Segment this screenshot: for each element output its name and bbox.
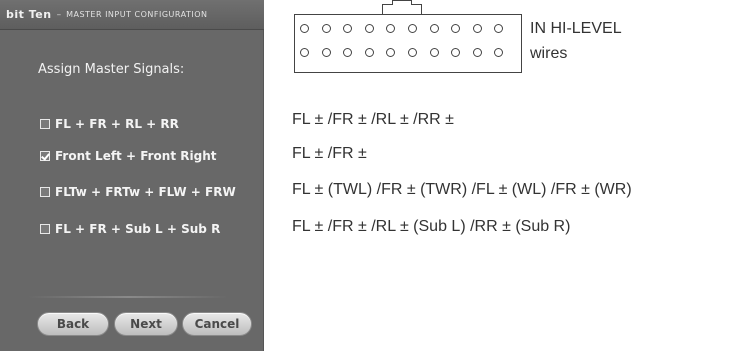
- option-label: FLTw + FRTw + FLW + FRW: [55, 185, 236, 199]
- divider: [28, 296, 228, 298]
- formula-row-1: FL ± /FR ± /RL ± /RR ±: [292, 111, 454, 128]
- option-label: FL + FR + Sub L + Sub R: [55, 222, 221, 236]
- connector-pin: [300, 48, 309, 57]
- formula-row-4: FL ± /FR ± /RL ± (Sub L) /RR ± (Sub R): [292, 218, 571, 235]
- page-root: bit Ten – Master Input Configuration Ass…: [0, 0, 732, 351]
- formula-row-2: FL ± /FR ±: [292, 145, 367, 162]
- option-front-left-front-right[interactable]: Front Left + Front Right: [40, 149, 216, 163]
- option-label: FL + FR + RL + RR: [55, 117, 179, 131]
- connector-sublabel: wires: [530, 45, 568, 62]
- connector-latch-tab: [392, 0, 412, 5]
- option-fltw-frtw-flw-frw[interactable]: FLTw + FRTw + FLW + FRW: [40, 185, 236, 199]
- next-button[interactable]: Next: [114, 312, 178, 336]
- connector-pin: [429, 24, 439, 33]
- title-separator: –: [56, 9, 62, 20]
- app-brand: bit Ten: [6, 8, 52, 21]
- master-input-dialog: bit Ten – Master Input Configuration Ass…: [0, 0, 264, 351]
- connector-pin: [408, 24, 417, 33]
- dialog-titlebar: bit Ten – Master Input Configuration: [0, 0, 264, 30]
- connector-pin: [472, 48, 482, 57]
- option-fl-fr-rl-rr[interactable]: FL + FR + RL + RR: [40, 117, 179, 131]
- checkbox-fl-fr-sub-l-sub-r[interactable]: [40, 224, 50, 234]
- connector-pin: [408, 48, 417, 57]
- checkbox-fl-fr-rl-rr[interactable]: [40, 119, 50, 129]
- connector-pin: [364, 48, 374, 57]
- formula-row-3: FL ± (TWL) /FR ± (TWR) /FL ± (WL) /FR ± …: [292, 181, 632, 198]
- dialog-title: Master Input Configuration: [66, 10, 208, 19]
- assign-heading: Assign Master Signals:: [38, 62, 185, 77]
- back-button[interactable]: Back: [37, 312, 109, 336]
- connector-pin: [429, 48, 439, 57]
- connector-label: IN HI-LEVEL: [530, 20, 622, 37]
- checkbox-front-left-front-right[interactable]: [40, 151, 50, 161]
- connector-pin: [364, 24, 374, 33]
- option-fl-fr-sub-l-sub-r[interactable]: FL + FR + Sub L + Sub R: [40, 222, 220, 236]
- hi-level-connector: [294, 14, 522, 73]
- connector-pin: [321, 48, 331, 57]
- connector-pin: [321, 24, 331, 33]
- cancel-button[interactable]: Cancel: [182, 312, 252, 336]
- option-label: Front Left + Front Right: [55, 149, 217, 163]
- connector-pin: [472, 24, 482, 33]
- checkbox-fltw-frtw-flw-frw[interactable]: [40, 187, 50, 197]
- connector-pin: [300, 24, 309, 33]
